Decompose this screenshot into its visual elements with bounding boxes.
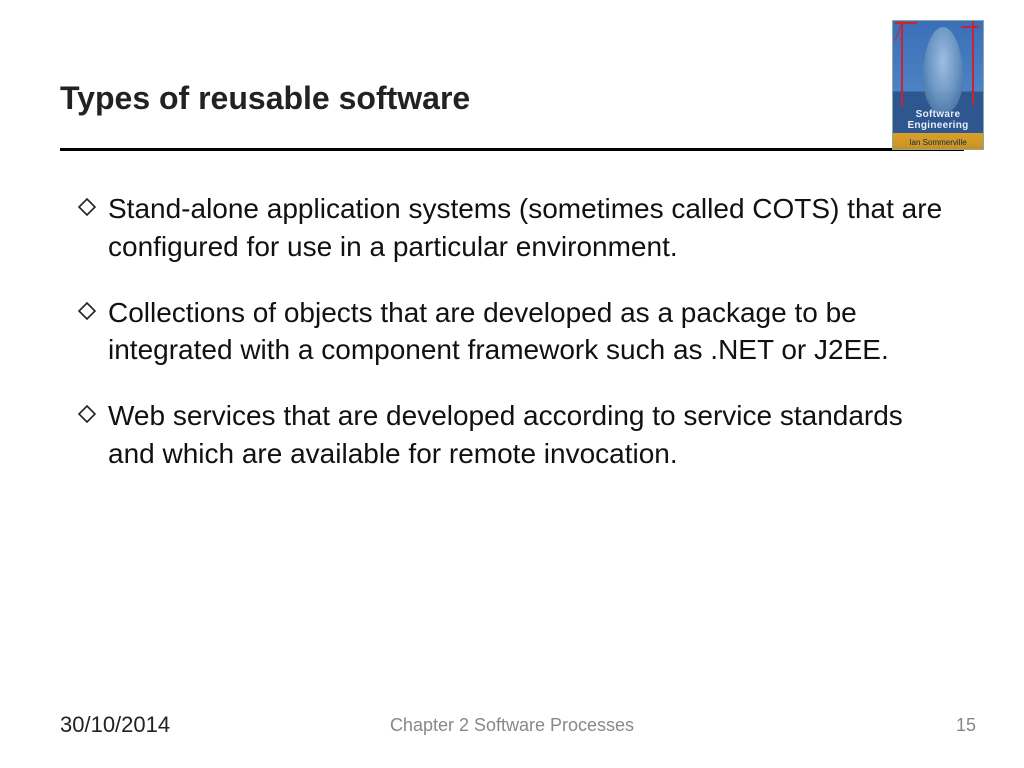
slide: Types of reusable software Software Engi… <box>0 0 1024 768</box>
diamond-bullet-icon <box>78 198 96 216</box>
book-title-text: Software Engineering <box>893 109 983 131</box>
slide-title: Types of reusable software <box>60 80 964 147</box>
list-item: Stand-alone application systems (sometim… <box>78 190 954 266</box>
list-item-text: Collections of objects that are develope… <box>108 294 954 370</box>
slide-body: Stand-alone application systems (sometim… <box>78 190 954 501</box>
list-item: Collections of objects that are develope… <box>78 294 954 370</box>
book-author-text: Ian Sommerville <box>893 138 983 147</box>
list-item-text: Web services that are developed accordin… <box>108 397 954 473</box>
list-item: Web services that are developed accordin… <box>78 397 954 473</box>
diamond-bullet-icon <box>78 405 96 423</box>
slide-footer: 30/10/2014 Chapter 2 Software Processes … <box>0 708 1024 738</box>
title-divider <box>60 148 964 151</box>
footer-page-number: 15 <box>956 715 976 736</box>
footer-chapter: Chapter 2 Software Processes <box>0 715 1024 736</box>
list-item-text: Stand-alone application systems (sometim… <box>108 190 954 266</box>
slide-header: Types of reusable software <box>0 0 1024 147</box>
book-cover-image: Software Engineering Ian Sommerville <box>892 20 984 150</box>
diamond-bullet-icon <box>78 302 96 320</box>
